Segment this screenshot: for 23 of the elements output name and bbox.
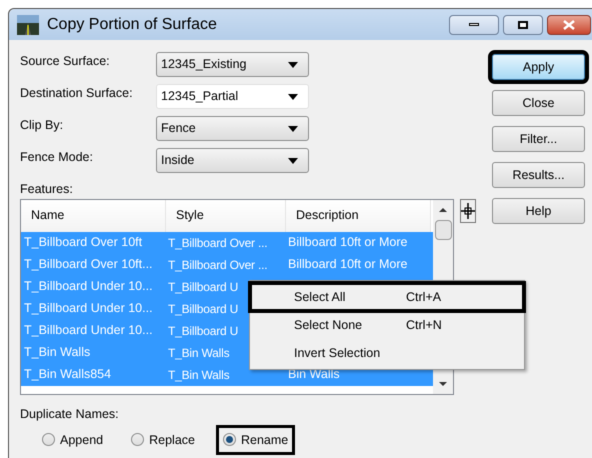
table-cell-text: T_Billboard U — [167, 322, 240, 340]
table-cell-text: Billboard 10ft or More — [287, 234, 409, 252]
table-cell-text: T_Billboard Under 10... — [23, 300, 154, 318]
window-title: Copy Portion of Surface — [47, 14, 217, 34]
duplicate-names-label: Duplicate Names: — [20, 406, 119, 423]
table-cell-text: T_Bin Walls — [167, 366, 230, 384]
field-label: Clip By: — [20, 117, 64, 134]
field-label: Destination Surface: — [20, 85, 134, 102]
features-label: Features: — [20, 181, 73, 198]
table-cell-text: T_Billboard Over ... — [167, 256, 268, 274]
table-cell-text: T_Bin Walls — [23, 344, 92, 362]
table-cell-text: T_Billboard Under 10... — [23, 278, 154, 296]
table-cell-text: T_Bin Walls — [167, 344, 230, 362]
table-cell-text: T_Billboard U — [167, 278, 240, 296]
table-cell-text: T_Bin Walls854 — [23, 366, 112, 384]
field-label: Source Surface: — [20, 53, 111, 70]
table-cell-text: T_Billboard Over 10ft... — [23, 256, 154, 274]
table-cell-text: T_Billboard Under 10... — [23, 322, 154, 340]
field-label: Fence Mode: — [20, 149, 94, 166]
table-cell-text: T_Billboard Over ... — [167, 234, 268, 252]
table-cell-text: Billboard 10ft or More — [287, 256, 409, 274]
table-cell-text: T_Billboard Over 10ft — [23, 234, 144, 252]
table-cell-text: T_Billboard U — [167, 300, 240, 318]
